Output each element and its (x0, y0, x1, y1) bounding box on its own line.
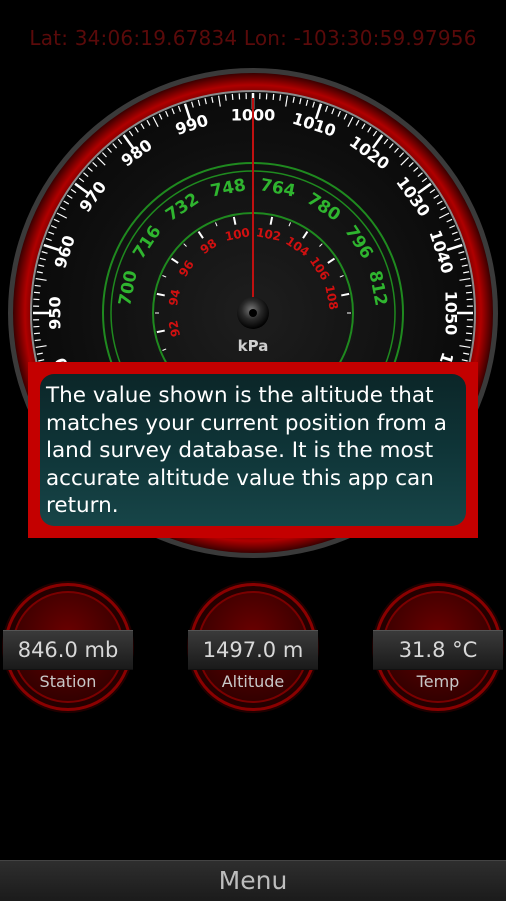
gauge-hub-center (249, 309, 257, 317)
outer-tick (465, 285, 471, 286)
outer-tick (34, 333, 40, 334)
outer-tick (35, 340, 41, 341)
gauge-unit-label: kPa (238, 337, 269, 355)
outer-tick (34, 292, 40, 293)
temperature-readout[interactable]: 31.8 °C Temp (374, 583, 502, 711)
station-pressure-readout[interactable]: 846.0 mb Station (4, 583, 132, 711)
outer-tick (232, 94, 233, 100)
outer-scale-label-2: 950 (46, 296, 65, 329)
outer-tick (35, 285, 41, 286)
outer-scale-label-12: 1050 (442, 291, 461, 336)
outer-tick (466, 292, 472, 293)
outer-tick (225, 95, 226, 101)
outer-tick (280, 95, 281, 101)
altitude-readout[interactable]: 1497.0 m Altitude (189, 583, 317, 711)
outer-tick (465, 340, 471, 341)
outer-tick (273, 94, 274, 100)
info-tooltip[interactable]: The value shown is the altitude that mat… (28, 362, 478, 538)
info-tooltip-text: The value shown is the altitude that mat… (40, 374, 466, 526)
temperature-value: 31.8 °C (373, 630, 503, 670)
station-pressure-value: 846.0 mb (3, 630, 133, 670)
station-pressure-label: Station (7, 672, 129, 691)
altitude-value: 1497.0 m (188, 630, 318, 670)
temperature-label: Temp (377, 672, 499, 691)
menu-button[interactable]: Menu (0, 860, 506, 901)
altitude-label: Altitude (192, 672, 314, 691)
outer-tick (466, 333, 472, 334)
